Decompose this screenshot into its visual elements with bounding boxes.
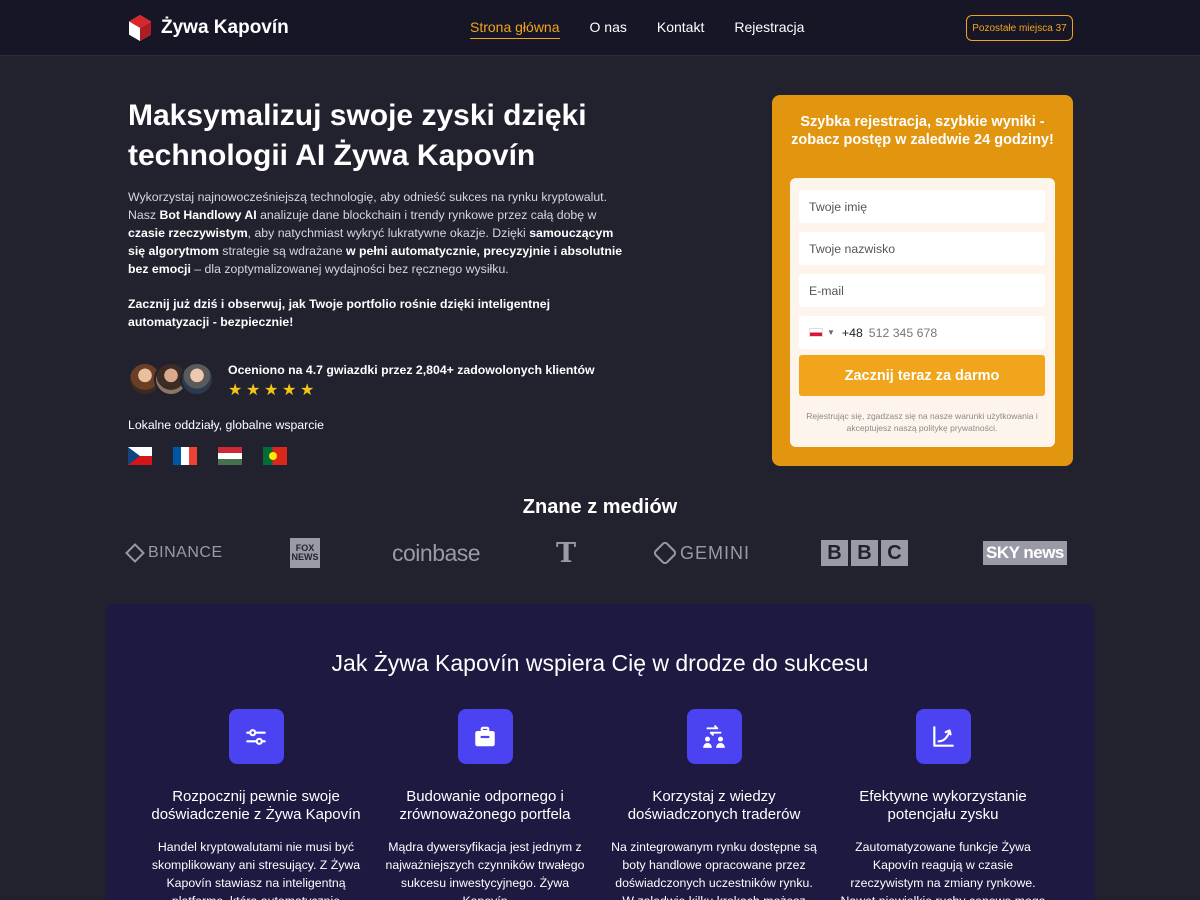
- brand[interactable]: Żywa Kapovín: [128, 14, 289, 42]
- first-name-field[interactable]: Twoje imię: [799, 190, 1045, 223]
- feature-card: Budowanie odpornego i zrównoważonego por…: [374, 709, 596, 900]
- fox-news-logo: FOX NEWS: [290, 536, 320, 570]
- coinbase-logo: coinbase: [392, 539, 481, 566]
- sliders-icon: [228, 709, 284, 764]
- feature-title: Budowanie odpornego i zrównoważonego por…: [399, 788, 571, 823]
- terms-text: Rejestrując się, zgadzasz się na nasze w…: [806, 411, 1038, 433]
- binance-logo: BINANCE: [125, 536, 223, 570]
- rating-text: Oceniono na 4.7 gwiazdki przez 2,804+ za…: [228, 363, 595, 377]
- users-exchange-icon: [686, 709, 742, 764]
- gemini-logo: GEMINI: [652, 536, 751, 570]
- feature-title: Korzystaj z wiedzy doświadczonych trader…: [627, 788, 801, 823]
- feature-card: Korzystaj z wiedzy doświadczonych trader…: [603, 709, 825, 900]
- nav-link-register[interactable]: Rejestracja: [734, 19, 804, 39]
- phone-country-code: +48: [841, 325, 863, 340]
- phone-placeholder: 512 345 678: [868, 325, 938, 340]
- feature-text: Mądra dywersyfikacja jest jednym z najwa…: [385, 840, 585, 900]
- feature-card: Rozpocznij pewnie swoje doświadczenie z …: [145, 709, 367, 900]
- binance-diamond-icon: [125, 543, 145, 563]
- sky-news-logo: SKY news: [983, 536, 1067, 570]
- customer-rating: Oceniono na 4.7 gwiazdki przez 2,804+ za…: [128, 362, 595, 399]
- star-icon: ★: [300, 382, 315, 399]
- hero-text-bold: czasie rzeczywistym: [128, 226, 248, 240]
- bbc-letter: C: [881, 540, 908, 566]
- bbc-logo: B B C: [821, 536, 908, 570]
- top-navbar: Żywa Kapovín Strona główna O nas Kontakt…: [0, 0, 1200, 56]
- features-section: Jak Żywa Kapovín wspiera Cię w drodze do…: [105, 604, 1095, 900]
- feature-card: Efektywne wykorzystanie potencjału zysku…: [832, 709, 1054, 900]
- feature-title: Efektywne wykorzystanie potencjału zysku: [859, 788, 1027, 823]
- brand-logo-icon: [129, 15, 151, 41]
- media-logos: BINANCE FOX NEWS coinbase T GEMINI B B C…: [125, 536, 1073, 570]
- email-field[interactable]: E-mail: [799, 274, 1045, 307]
- hungary-flag-icon: [218, 447, 242, 465]
- registration-card: Szybka rejestracja, szybkie wyniki - zob…: [772, 95, 1073, 466]
- country-flags: [128, 447, 287, 465]
- news-logo-text: NEWS: [291, 552, 319, 562]
- rating-info: Oceniono na 4.7 gwiazdki przez 2,804+ za…: [228, 362, 595, 399]
- registration-form: Twoje imię Twoje nazwisko E-mail ▼ +48 5…: [790, 178, 1055, 447]
- star-icon: ★: [264, 382, 279, 399]
- gemini-mark-icon: [652, 540, 678, 566]
- hero-text-part: analizuje dane blockchain i trendy rynko…: [256, 208, 597, 222]
- hero-text-part: , aby natychmiast wykryć lukratywne okaz…: [247, 226, 530, 240]
- star-icon: ★: [282, 382, 297, 399]
- poland-flag-icon[interactable]: [809, 328, 823, 337]
- chevron-down-icon[interactable]: ▼: [827, 328, 835, 337]
- briefcase-icon: [457, 709, 513, 764]
- france-flag-icon: [173, 447, 197, 465]
- fox-news-box: FOX NEWS: [290, 538, 320, 568]
- feature-text: Zautomatyzowane funkcje Żywa Kapovín rea…: [840, 840, 1045, 900]
- binance-logo-text: BINANCE: [148, 544, 223, 561]
- submit-button[interactable]: Zacznij teraz za darmo: [799, 355, 1045, 396]
- hero-cta-text: Zacznij już dziś i obserwuj, jak Twoje p…: [128, 297, 551, 329]
- portugal-flag-icon: [263, 447, 287, 465]
- hero-description: Wykorzystaj najnowocześniejszą technolog…: [128, 188, 633, 278]
- brand-name: Żywa Kapovín: [161, 17, 289, 38]
- hero-text-bold: Bot Handlowy AI: [159, 208, 257, 222]
- hero-text-part: strategie są wdrażane: [218, 244, 347, 258]
- sky-news-logo-text: SKY news: [983, 541, 1067, 565]
- media-title: Znane z mediów: [522, 496, 678, 518]
- gemini-logo-text: GEMINI: [680, 542, 751, 563]
- rating-stars: ★ ★ ★ ★ ★: [228, 382, 595, 399]
- registration-title: Szybka rejestracja, szybkie wyniki - zob…: [791, 114, 1054, 148]
- hero-title: Maksymalizuj swoje zyski dzięki technolo…: [128, 99, 587, 172]
- hero-text-part: – dla zoptymalizowanej wydajności bez rę…: [190, 262, 509, 276]
- nav-link-about[interactable]: O nas: [590, 19, 627, 39]
- last-name-field[interactable]: Twoje nazwisko: [799, 232, 1045, 265]
- local-offices-text: Lokalne oddziały, globalne wsparcie: [128, 418, 324, 432]
- avatar: [180, 362, 214, 396]
- feature-title: Rozpocznij pewnie swoje doświadczenie z …: [151, 788, 361, 823]
- bbc-letter: B: [851, 540, 878, 566]
- bbc-letter: B: [821, 540, 848, 566]
- nav-link-home[interactable]: Strona główna: [470, 19, 560, 39]
- star-icon: ★: [246, 382, 261, 399]
- phone-field[interactable]: ▼ +48 512 345 678: [799, 316, 1045, 349]
- feature-text: Na zintegrowanym rynku dostępne są boty …: [611, 840, 817, 900]
- feature-text: Handel kryptowalutami nie musi być skomp…: [151, 840, 361, 900]
- main-menu: Strona główna O nas Kontakt Rejestracja: [470, 19, 804, 39]
- nyt-logo: T: [556, 537, 577, 569]
- growth-chart-icon: [915, 709, 971, 764]
- features-title: Jak Żywa Kapovín wspiera Cię w drodze do…: [331, 650, 869, 676]
- remaining-seats-button[interactable]: Pozostałe miejsca 37: [966, 15, 1073, 41]
- customer-avatars: [128, 362, 214, 398]
- star-icon: ★: [228, 382, 243, 399]
- czech-flag-icon: [128, 447, 152, 465]
- nav-link-contact[interactable]: Kontakt: [657, 19, 704, 39]
